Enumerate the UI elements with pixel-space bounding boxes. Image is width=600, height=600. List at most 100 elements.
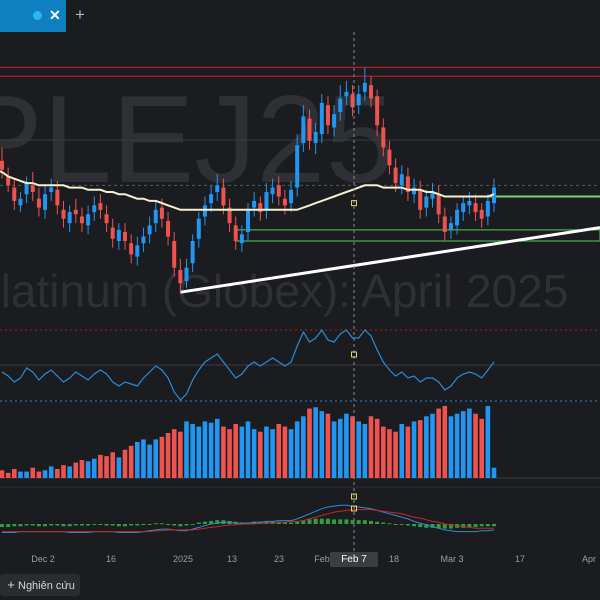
add-tab-icon[interactable]: + bbox=[75, 5, 85, 25]
candle-body bbox=[442, 216, 447, 233]
macd-histogram-bar bbox=[356, 520, 361, 524]
candle-body bbox=[79, 216, 84, 224]
candle-body bbox=[246, 209, 250, 233]
volume-bar bbox=[460, 411, 466, 478]
volume-bar bbox=[258, 431, 263, 478]
volume-bar bbox=[442, 406, 448, 478]
volume-bar bbox=[18, 471, 23, 478]
macd-histogram-bar bbox=[73, 524, 78, 526]
x-axis-tick-label: Mar 3 bbox=[440, 554, 463, 564]
volume-bar bbox=[467, 408, 472, 478]
volume-bar bbox=[178, 431, 183, 478]
candle-body bbox=[172, 240, 177, 268]
bottom-toolbar bbox=[0, 568, 600, 600]
volume-bar bbox=[325, 413, 331, 478]
candle-body bbox=[485, 200, 490, 217]
volume-bar bbox=[110, 452, 115, 478]
volume-bar bbox=[165, 433, 171, 478]
macd-histogram-bar bbox=[325, 518, 330, 524]
candle-body bbox=[252, 200, 257, 208]
candle-body bbox=[436, 194, 441, 215]
x-axis-tick-label: 16 bbox=[106, 554, 116, 564]
x-axis-tick-label: Dec 2 bbox=[31, 554, 55, 564]
volume-bar bbox=[344, 413, 349, 478]
volume-bar bbox=[196, 426, 202, 478]
candle-body bbox=[61, 209, 66, 219]
candle-body bbox=[178, 269, 183, 284]
candle-body bbox=[24, 183, 29, 195]
candle-body bbox=[215, 185, 220, 193]
tab-status-dot-icon bbox=[33, 11, 42, 20]
volume-bar bbox=[85, 461, 91, 478]
candle-body bbox=[209, 194, 214, 204]
volume-bar bbox=[276, 424, 282, 478]
candle-body bbox=[55, 189, 60, 206]
macd-histogram-bar bbox=[116, 524, 121, 527]
volume-bar bbox=[36, 471, 42, 478]
volume-bar bbox=[208, 422, 214, 478]
research-button-label: Nghiên cứu bbox=[18, 580, 75, 592]
macd-histogram-bar bbox=[79, 524, 84, 526]
macd-histogram-bar bbox=[362, 520, 367, 524]
macd-histogram-bar bbox=[172, 524, 177, 526]
x-axis-tick-label: 17 bbox=[515, 554, 525, 564]
candle-body bbox=[276, 185, 281, 197]
macd-histogram-bar bbox=[30, 524, 35, 526]
candle-body bbox=[30, 185, 35, 193]
macd-histogram-bar bbox=[92, 524, 97, 525]
candle-body bbox=[264, 192, 269, 210]
candle-body bbox=[412, 187, 417, 195]
candle-body bbox=[110, 227, 115, 239]
candle-body bbox=[448, 223, 453, 230]
volume-bar bbox=[473, 413, 478, 478]
macd-histogram-bar bbox=[393, 524, 398, 525]
volume-bar bbox=[251, 429, 257, 478]
candle-body bbox=[319, 102, 324, 135]
macd-histogram-bar bbox=[61, 524, 66, 527]
volume-bar bbox=[436, 408, 441, 478]
volume-bar bbox=[282, 426, 288, 478]
candle-body bbox=[393, 167, 398, 184]
macd-histogram-bar bbox=[98, 524, 103, 525]
chart-tab[interactable]: ✕ bbox=[0, 0, 66, 32]
volume-bar bbox=[227, 429, 232, 478]
x-axis-tick-label: 23 bbox=[274, 554, 284, 564]
chart-canvas[interactable]: PLEJ25 Platinum (Globex): April 2025 Dec… bbox=[0, 32, 600, 568]
volume-bar bbox=[245, 421, 251, 478]
volume-bar bbox=[362, 424, 368, 478]
candle-body bbox=[73, 209, 78, 215]
x-axis-tick-label: 13 bbox=[227, 554, 237, 564]
macd-histogram-bar bbox=[178, 524, 183, 527]
volume-bar bbox=[374, 418, 380, 478]
volume-bar bbox=[399, 424, 405, 478]
volume-bar bbox=[301, 416, 306, 478]
volume-bar bbox=[239, 426, 245, 478]
macd-histogram-bar bbox=[153, 523, 158, 525]
volume-bar bbox=[479, 418, 484, 478]
macd-histogram-bar bbox=[289, 522, 294, 524]
volume-bar bbox=[319, 411, 325, 478]
candle-body bbox=[43, 194, 48, 210]
volume-bar bbox=[307, 408, 312, 478]
volume-bar bbox=[221, 426, 226, 478]
candle-body bbox=[86, 214, 91, 226]
research-button[interactable]: + Nghiên cứu bbox=[0, 574, 80, 596]
macd-histogram-bar bbox=[184, 524, 189, 526]
volume-bar bbox=[190, 424, 195, 478]
candle-body bbox=[166, 220, 171, 237]
candle-body bbox=[67, 212, 72, 224]
volume-bar bbox=[104, 456, 109, 478]
candle-body bbox=[184, 267, 189, 282]
macd-histogram-bar bbox=[375, 521, 380, 524]
candle-body bbox=[202, 205, 207, 217]
macd-histogram-bar bbox=[399, 524, 404, 525]
volume-bar bbox=[159, 436, 165, 478]
volume-bar bbox=[73, 462, 79, 478]
close-tab-icon[interactable]: ✕ bbox=[49, 7, 61, 24]
volume-bar bbox=[135, 442, 140, 478]
macd-histogram-bar bbox=[86, 524, 91, 526]
volume-bar bbox=[288, 429, 294, 478]
macd-histogram-bar bbox=[418, 524, 423, 528]
candle-body bbox=[461, 203, 466, 213]
volume-bar bbox=[79, 460, 85, 478]
